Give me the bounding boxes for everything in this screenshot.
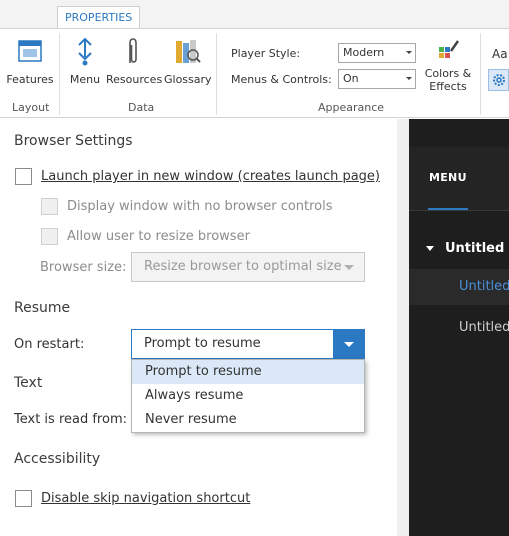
features-button[interactable]: Features: [6, 35, 54, 86]
features-icon: [18, 40, 42, 62]
browser-size-label: Browser size:: [40, 260, 127, 275]
menu-label: Menu: [69, 73, 101, 86]
colors-palette-icon: [439, 40, 460, 58]
text-heading: Text: [14, 375, 43, 391]
preview-scene-title[interactable]: Untitled Sc: [445, 241, 509, 256]
on-restart-select[interactable]: Prompt to resume: [131, 329, 365, 359]
accessibility-heading: Accessibility: [14, 451, 101, 467]
preview-slide-item-active[interactable]: Untitled: [409, 269, 509, 305]
player-style-value: Modern: [343, 46, 385, 59]
no-browser-controls-label: Display window with no browser controls: [67, 199, 333, 214]
on-restart-label: On restart:: [14, 337, 85, 352]
chevron-down-icon: [406, 77, 412, 80]
player-preview: MENU Untitled Sc Untitled Untitled: [409, 119, 509, 536]
ribbon-separator: [59, 33, 60, 115]
ribbon-tab-bar: PROPERTIES: [0, 0, 509, 29]
group-label-layout: Layout: [12, 101, 50, 114]
allow-resize-label: Allow user to resize browser: [67, 229, 250, 244]
launch-new-window-checkbox[interactable]: [15, 168, 32, 185]
chevron-down-icon: [344, 265, 354, 270]
chevron-down-icon: [344, 342, 354, 347]
resume-heading: Resume: [14, 300, 71, 316]
ribbon-separator: [480, 33, 481, 115]
menus-controls-value: On: [343, 72, 359, 85]
colors-effects-button[interactable]: Colors & Effects: [423, 35, 473, 93]
preview-slide-item[interactable]: Untitled: [459, 320, 509, 335]
player-style-select[interactable]: Modern: [338, 43, 416, 63]
disable-skip-nav-label[interactable]: Disable skip navigation shortcut: [41, 491, 250, 506]
resume-option-never[interactable]: Never resume: [132, 408, 364, 432]
text-read-from-label: Text is read from:: [14, 412, 127, 427]
on-restart-dropdown-button[interactable]: [333, 330, 364, 358]
gear-icon: [493, 74, 505, 86]
launch-new-window-text: Launch player in new window (creates lau…: [41, 169, 381, 184]
ribbon-separator: [216, 33, 217, 115]
browser-size-value: Resize browser to optimal size: [144, 259, 342, 274]
caret-down-icon: [426, 246, 434, 251]
paperclip-icon: [129, 38, 137, 63]
disable-skip-nav-text: Disable skip navigation shortcut: [41, 491, 251, 506]
preview-tab-underline: [428, 208, 468, 210]
chevron-down-icon: [406, 51, 412, 54]
browser-size-select[interactable]: Resize browser to optimal size: [131, 252, 365, 282]
allow-resize-checkbox[interactable]: [41, 228, 58, 245]
menus-controls-select[interactable]: On: [338, 69, 416, 89]
preview-slide-label: Untitled: [459, 279, 509, 294]
player-style-label: Player Style:: [231, 47, 301, 60]
player-settings-panel: Browser Settings Launch player in new wi…: [0, 119, 397, 536]
glossary-label: Glossary: [164, 73, 212, 86]
group-label-data: Data: [128, 101, 155, 114]
launch-new-window-label[interactable]: Launch player in new window (creates lau…: [41, 169, 380, 184]
on-restart-value: Prompt to resume: [144, 336, 261, 351]
features-label: Features: [6, 73, 54, 86]
tab-properties[interactable]: PROPERTIES: [57, 6, 141, 29]
colors-effects-label-line2: Effects: [429, 80, 467, 93]
menu-button[interactable]: Menu: [68, 35, 102, 86]
resources-button[interactable]: Resources: [106, 35, 163, 86]
preview-menu-tab[interactable]: MENU: [429, 171, 467, 184]
menu-tree-icon: [78, 37, 92, 66]
no-browser-controls-checkbox[interactable]: [41, 198, 58, 215]
resume-option-prompt[interactable]: Prompt to resume: [132, 360, 364, 384]
resources-label: Resources: [106, 73, 163, 86]
menus-controls-label: Menus & Controls:: [231, 73, 332, 86]
panel-splitter[interactable]: [397, 119, 409, 536]
ribbon: Features Menu Resources Glossary Player …: [0, 28, 509, 118]
disable-skip-nav-checkbox[interactable]: [15, 490, 32, 507]
glossary-books-icon: [176, 40, 201, 63]
browser-settings-heading: Browser Settings: [14, 133, 133, 149]
colors-effects-label-line1: Colors &: [424, 67, 472, 80]
resume-option-always[interactable]: Always resume: [132, 384, 364, 408]
glossary-button[interactable]: Glossary: [164, 35, 212, 86]
settings-gear-button[interactable]: [488, 69, 509, 91]
group-label-appearance: Appearance: [318, 101, 385, 114]
on-restart-dropdown-list: Prompt to resume Always resume Never res…: [131, 359, 365, 433]
text-styles-label[interactable]: Aa: [492, 47, 508, 61]
